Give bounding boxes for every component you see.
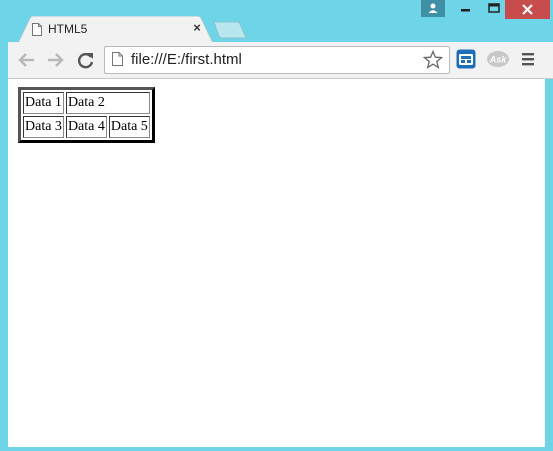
page-content: Data 1 Data 2 Data 3 Data 4 Data 5 — [8, 79, 545, 447]
table-cell: Data 1 — [23, 92, 64, 114]
table-cell: Data 4 — [65, 116, 107, 138]
table-cell: Data 3 — [23, 116, 64, 138]
menu-icon[interactable] — [520, 51, 536, 67]
user-icon[interactable] — [421, 0, 445, 17]
table-cell: Data 2 — [65, 92, 150, 114]
close-icon[interactable]: × — [190, 19, 204, 37]
address-text[interactable]: file:///E:/first.html — [131, 51, 242, 68]
svg-text:Ask: Ask — [489, 55, 508, 65]
page-icon — [112, 52, 123, 66]
ask-icon[interactable]: Ask — [486, 50, 510, 68]
back-arrow-icon[interactable] — [16, 50, 38, 70]
browser-window: HTML5 × file:///E:/first.html Ask Data 1… — [0, 0, 553, 451]
table-row: Data 1 Data 2 — [23, 92, 150, 114]
address-bar[interactable]: file:///E:/first.html — [104, 46, 450, 74]
tab-html5[interactable]: HTML5 × — [18, 16, 213, 43]
maximize-icon[interactable] — [481, 0, 507, 17]
table-row: Data 3 Data 4 Data 5 — [23, 116, 150, 138]
forward-arrow-icon[interactable] — [44, 50, 66, 70]
extension-icon[interactable] — [456, 49, 476, 69]
new-tab-button[interactable] — [213, 21, 247, 39]
tab-strip: HTML5 × — [0, 0, 553, 43]
minimize-icon[interactable] — [452, 0, 478, 17]
browser-toolbar: file:///E:/first.html Ask — [8, 42, 553, 79]
page-icon — [32, 23, 42, 36]
tab-title: HTML5 — [48, 22, 88, 36]
star-icon[interactable] — [422, 49, 444, 70]
reload-icon[interactable] — [75, 50, 97, 70]
window-close-icon[interactable] — [505, 0, 550, 19]
data-table: Data 1 Data 2 Data 3 Data 4 Data 5 — [18, 87, 155, 143]
table-cell: Data 5 — [108, 116, 150, 138]
